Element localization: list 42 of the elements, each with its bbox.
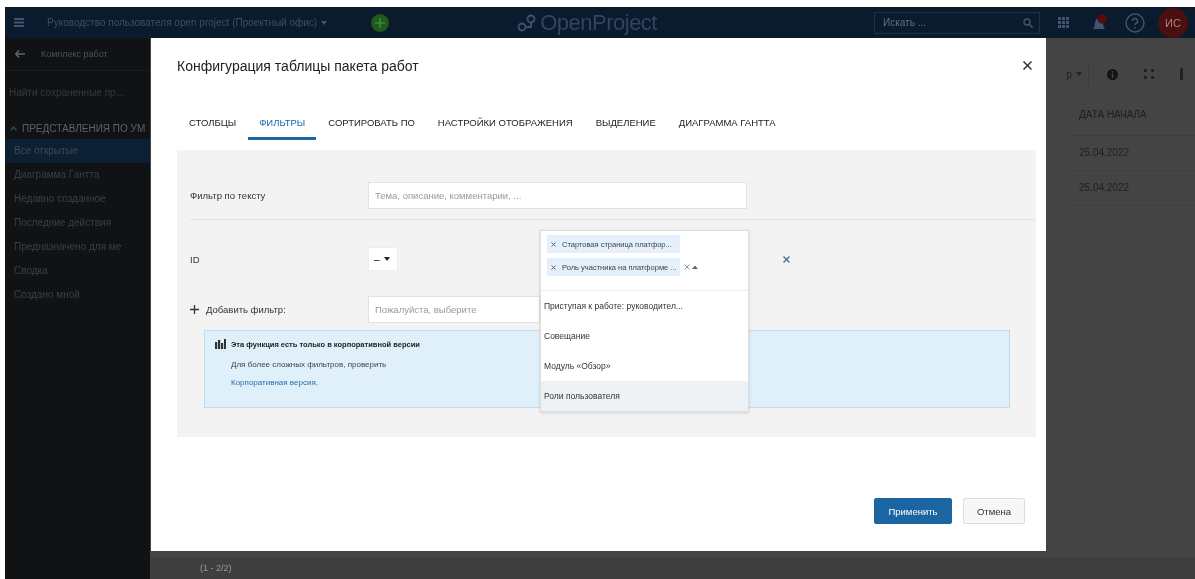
cancel-button[interactable]: Отмена [963,498,1025,524]
clear-icon[interactable] [683,264,690,270]
tab[interactable]: ВЫДЕЛЕНИЕ [584,112,667,140]
pagination-text: (1 - 2/2) [200,563,232,573]
dropdown-option[interactable]: Модуль «Обзор» [541,351,748,381]
fullscreen-icon[interactable] [1144,69,1154,79]
logo-icon [517,13,538,32]
grid-icon[interactable] [1058,17,1069,28]
close-icon[interactable] [1023,61,1032,70]
bar-chart-icon [215,339,226,349]
search-field[interactable]: Искать ... [874,11,1040,34]
notice-text: Для более сложных фильтров, проверить [231,360,387,369]
tab[interactable]: СТОЛБЦЫ [178,112,248,140]
tab[interactable]: СОРТИРОВАТЬ ПО [317,112,426,140]
menu-icon[interactable] [14,18,24,27]
user-avatar[interactable]: ИС [1158,7,1188,38]
dialog-title: Конфигурация таблицы пакета работ [177,57,419,74]
remove-icon[interactable] [551,264,556,270]
enterprise-link[interactable]: Корпоративная версия. [231,378,318,387]
plus-icon[interactable] [190,304,199,314]
section-header[interactable]: ПРЕДСТАВЛЕНИЯ ПО УМ [22,122,146,134]
filter-label: ID [190,253,201,265]
tab[interactable]: ФИЛЬТРЫ [248,112,317,140]
tab[interactable]: ДИАГРАММА ГАНТТА [667,112,787,140]
remove-icon[interactable] [551,241,556,247]
add-filter-label: Добавить фильтр: [206,303,286,315]
filter-label: Фильтр по тексту [190,189,267,201]
help-icon[interactable] [1125,12,1145,33]
remove-filter-icon[interactable] [783,255,790,263]
add-filter-select[interactable]: Пожалуйста, выберите [368,295,540,323]
back-arrow-icon [15,50,25,58]
search-icon [1023,17,1033,28]
apply-button[interactable]: Применить [874,498,952,524]
info-icon[interactable] [1107,68,1118,80]
bell-icon[interactable] [1090,13,1108,32]
operator-select[interactable]: – [368,247,398,271]
dropdown-option[interactable]: Совещание [541,321,748,351]
text-filter-field[interactable]: Тема, описание, комментарии, ... [368,181,747,209]
tab[interactable]: НАСТРОЙКИ ОТОБРАЖЕНИЯ [426,112,584,140]
caret-up-icon[interactable] [691,265,698,269]
dropdown-option[interactable]: Приступая к работе: руководител... [541,291,748,321]
dropdown-option[interactable]: Роли пользователя [541,381,748,411]
